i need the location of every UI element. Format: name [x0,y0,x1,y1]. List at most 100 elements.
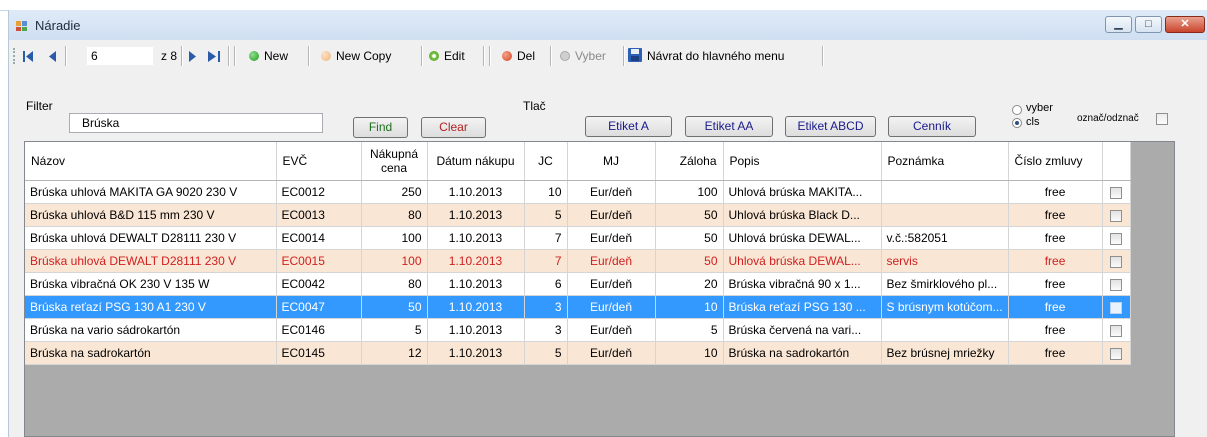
cell-jc[interactable]: 10 [524,180,568,204]
cell-poznamka[interactable] [881,203,1009,227]
row-checkbox[interactable] [1110,301,1123,314]
cell-cena[interactable]: 5 [361,318,428,342]
close-button[interactable]: ✕ [1165,16,1205,33]
cell-poznamka[interactable]: v.č.:582051 [881,226,1009,250]
cell-zaloha[interactable]: 50 [655,203,724,227]
cell-evc[interactable]: EC0012 [276,180,362,204]
cell-mj[interactable]: Eur/deň [567,272,656,296]
next-record-icon[interactable] [189,51,197,62]
cell-jc[interactable]: 5 [524,341,568,365]
cell-zmluva[interactable]: free [1008,249,1103,273]
cell-nazov[interactable]: Brúska uhlová DEWALT D28111 230 V [25,226,277,250]
cell-zaloha[interactable]: 50 [655,226,724,250]
cell-datum[interactable]: 1.10.2013 [427,203,525,227]
table-row[interactable]: Brúska vibračná OK 230 V 135 W EC0042 80 1.… [25,272,1131,296]
cell-evc[interactable]: EC0042 [276,272,362,296]
cell-poznamka[interactable]: servis [881,249,1009,273]
cell-poznamka[interactable] [881,318,1009,342]
edit-button[interactable]: Edit [429,47,465,65]
cell-cena[interactable]: 50 [361,295,428,319]
first-record-icon[interactable] [23,51,35,62]
cell-cena[interactable]: 80 [361,272,428,296]
cell-poznamka[interactable]: Bez brúsnej mriežky [881,341,1009,365]
cell-nazov[interactable]: Brúska na vario sádrokartón [25,318,277,342]
cell-jc[interactable]: 3 [524,318,568,342]
radio-cls[interactable] [1012,118,1022,128]
cell-mj[interactable]: Eur/deň [567,203,656,227]
minimize-button[interactable]: ▁ [1105,16,1132,33]
cell-nazov[interactable]: Brúska uhlová DEWALT D28111 230 V [25,249,277,273]
cell-zaloha[interactable]: 10 [655,341,724,365]
table-row[interactable]: Brúska uhlová B&D 115 mm 230 V EC0013 80 1.… [25,203,1131,227]
cell-zaloha[interactable]: 5 [655,318,724,342]
toolbar-grip-icon[interactable] [13,48,18,64]
etiket-a-button[interactable]: Etiket A [585,116,672,137]
cell-evc[interactable]: EC0014 [276,226,362,250]
row-checkbox[interactable] [1110,347,1123,360]
cell-datum[interactable]: 1.10.2013 [427,226,525,250]
cell-mj[interactable]: Eur/deň [567,226,656,250]
cell-zmluva[interactable]: free [1008,226,1103,250]
cell-popis[interactable]: Brúska červená na vari... [723,318,882,342]
cell-jc[interactable]: 6 [524,272,568,296]
cell-zmluva[interactable]: free [1008,203,1103,227]
back-to-menu-button[interactable]: Návrat do hlavného menu [628,47,784,65]
row-checkbox[interactable] [1110,209,1123,222]
cell-zmluva[interactable]: free [1008,295,1103,319]
cell-zmluva[interactable]: free [1008,272,1103,296]
etiket-abcd-button[interactable]: Etiket ABCD [785,116,876,137]
table-row[interactable]: Brúska uhlová MAKITA GA 9020 230 V EC0012… [25,180,1131,204]
cell-jc[interactable]: 7 [524,249,568,273]
cell-cena[interactable]: 100 [361,249,428,273]
cell-cena[interactable]: 250 [361,180,428,204]
cell-poznamka[interactable]: Bez šmirklového pl... [881,272,1009,296]
cell-poznamka[interactable] [881,180,1009,204]
cell-zmluva[interactable]: free [1008,180,1103,204]
cell-jc[interactable]: 3 [524,295,568,319]
table-row[interactable]: Brúska uhlová DEWALT D28111 230 V EC0014 1… [25,226,1131,250]
etiket-aa-button[interactable]: Etiket AA [685,116,773,137]
table-row[interactable]: Brúska reťazí PSG 130 A1 230 V EC0047 50 1.… [25,295,1131,319]
table-row[interactable]: Brúska uhlová DEWALT D28111 230 V EC0015 1… [25,249,1131,273]
cell-popis[interactable]: Uhlová brúska DEWAL... [723,249,882,273]
table-row[interactable]: Brúska na sadrokartón EC0145 12 1.10.2013 5 E… [25,341,1131,365]
radio-vyber[interactable] [1012,105,1022,115]
cell-evc[interactable]: EC0015 [276,249,362,273]
cell-popis[interactable]: Brúska na sadrokartón [723,341,882,365]
cell-cena[interactable]: 12 [361,341,428,365]
title-bar[interactable]: Náradie ▁ □ ✕ [9,10,1207,40]
column-header[interactable]: Nákupná cena [361,142,428,181]
cell-zmluva[interactable]: free [1008,341,1103,365]
maximize-button[interactable]: □ [1135,16,1162,33]
cell-zmluva[interactable]: free [1008,318,1103,342]
column-header[interactable]: Poznámka [881,142,1009,181]
cell-popis[interactable]: Uhlová brúska DEWAL... [723,226,882,250]
cell-mj[interactable]: Eur/deň [567,295,656,319]
cell-datum[interactable]: 1.10.2013 [427,272,525,296]
cell-zaloha[interactable]: 50 [655,249,724,273]
cennik-button[interactable]: Cenník [888,116,976,137]
mark-all-checkbox[interactable] [1156,113,1168,125]
cell-evc[interactable]: EC0047 [276,295,362,319]
delete-button[interactable]: Del [502,47,535,65]
cell-mj[interactable]: Eur/deň [567,249,656,273]
cell-cena[interactable]: 80 [361,203,428,227]
cell-jc[interactable]: 7 [524,226,568,250]
row-checkbox[interactable] [1110,186,1123,199]
cell-popis[interactable]: Brúska reťazí PSG 130 ... [723,295,882,319]
new-copy-button[interactable]: New Copy [321,47,391,65]
cell-evc[interactable]: EC0146 [276,318,362,342]
column-header[interactable]: MJ [567,142,656,181]
last-record-icon[interactable] [208,51,220,62]
column-header[interactable]: Názov [25,142,277,181]
clear-button[interactable]: Clear [421,117,486,138]
new-button[interactable]: New [249,47,288,65]
row-checkbox[interactable] [1110,255,1123,268]
cell-evc[interactable]: EC0145 [276,341,362,365]
cell-evc[interactable]: EC0013 [276,203,362,227]
table-row[interactable]: Brúska na vario sádrokartón EC0146 5 1.10.2… [25,318,1131,342]
previous-record-icon[interactable] [49,51,57,62]
cell-datum[interactable]: 1.10.2013 [427,341,525,365]
cell-popis[interactable]: Brúska vibračná 90 x 1... [723,272,882,296]
column-header[interactable]: JC [524,142,568,181]
